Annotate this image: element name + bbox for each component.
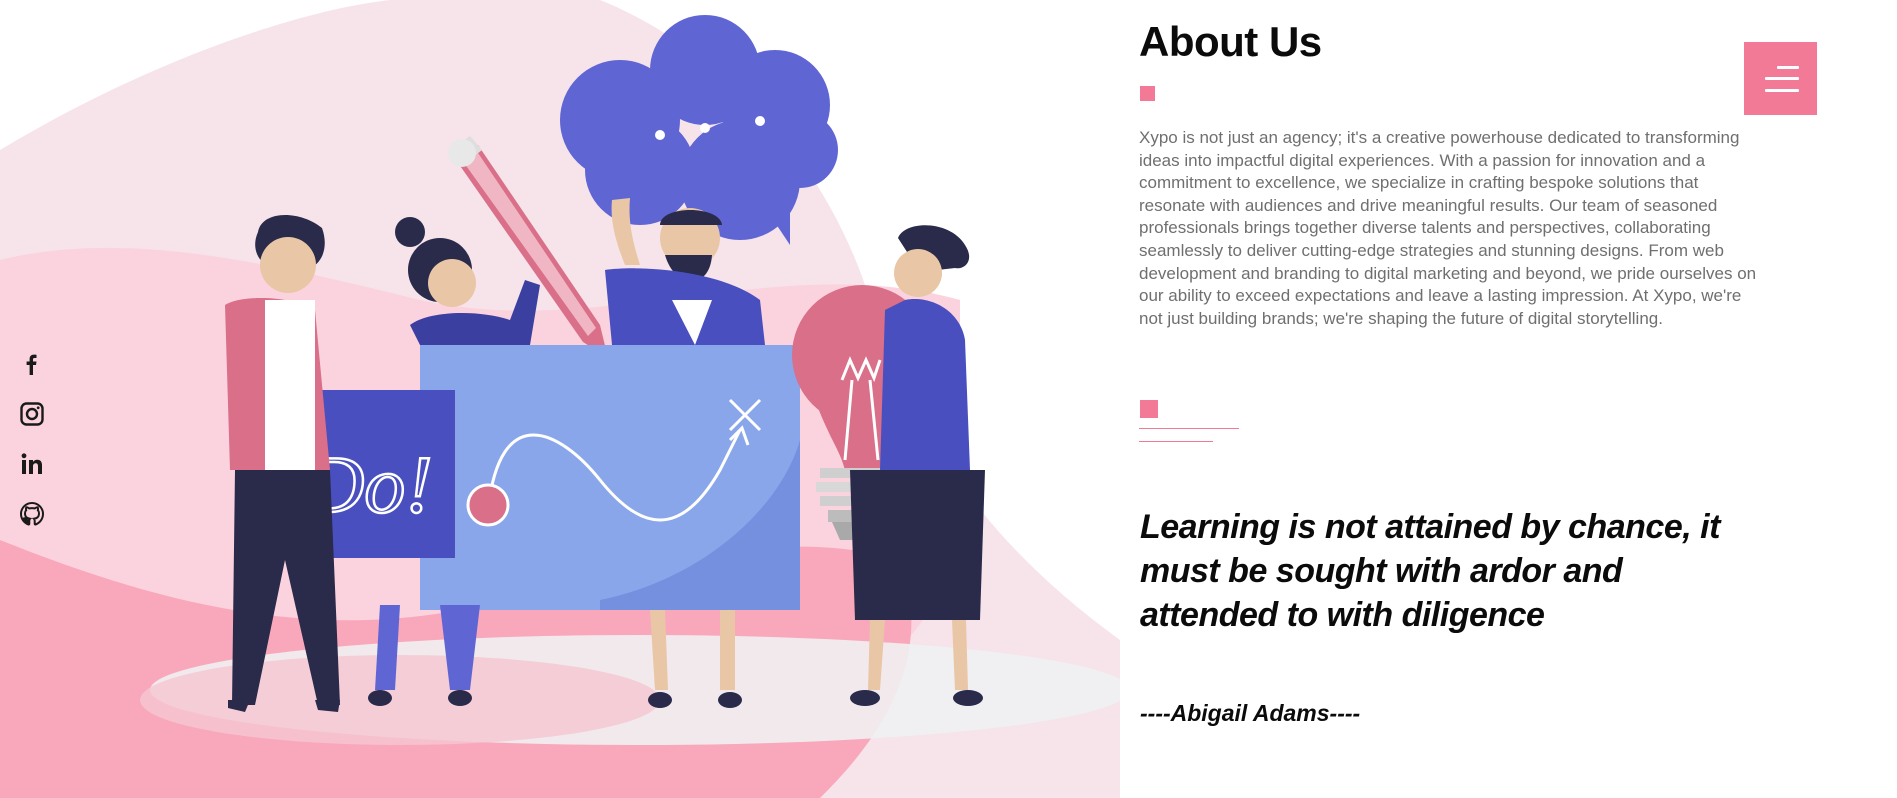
accent-square — [1140, 86, 1155, 101]
page-title: About Us — [1139, 18, 1322, 65]
accent-square — [1140, 400, 1158, 418]
instagram-icon — [20, 402, 44, 426]
menu-button[interactable] — [1744, 42, 1817, 115]
divider-line — [1139, 428, 1239, 429]
linkedin-link[interactable] — [18, 450, 46, 478]
social-links — [18, 350, 46, 550]
instagram-link[interactable] — [18, 400, 46, 428]
hamburger-menu-icon — [1777, 66, 1799, 69]
github-icon — [19, 501, 45, 526]
quote-author: ----Abigail Adams---- — [1140, 700, 1361, 726]
linkedin-icon — [21, 453, 42, 474]
hamburger-line — [1765, 77, 1799, 80]
facebook-icon — [26, 354, 37, 375]
github-link[interactable] — [18, 500, 46, 528]
about-description: Xypo is not just an agency; it's a creat… — [1139, 128, 1757, 328]
facebook-link[interactable] — [18, 350, 46, 378]
quote-text: Learning is not attained by chance, it m… — [1140, 508, 1720, 634]
hamburger-line — [1765, 89, 1799, 92]
team-illustration: Do! — [0, 0, 1120, 798]
blue-board — [420, 345, 800, 610]
divider-line — [1139, 441, 1213, 442]
ground-shadow-pink — [140, 655, 660, 745]
